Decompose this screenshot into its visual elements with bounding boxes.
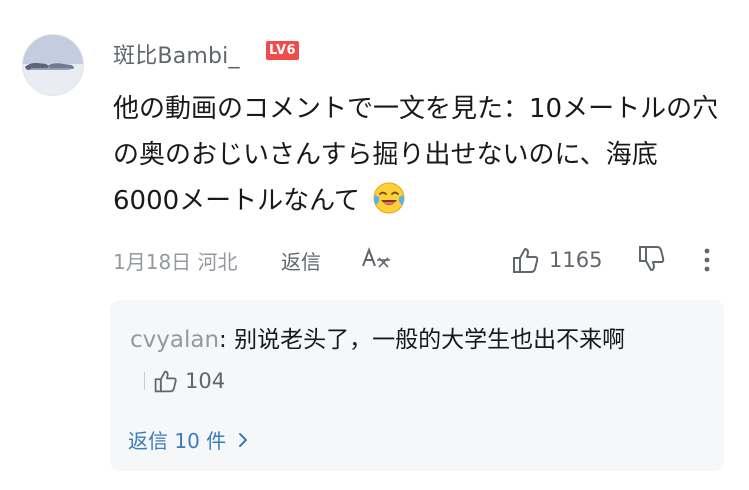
comment-body: 他の動画のコメントで一文を見た：10メートルの穴の奥のおじいさんすら掘り出せない…	[113, 86, 723, 224]
divider	[144, 371, 145, 390]
reply-preview-box: cvyalan: 别说老头了，一般的大学生也出不来啊 104 返信 10 件	[110, 300, 724, 471]
reply-thumbs-up-icon[interactable]	[153, 368, 179, 394]
reply-item: cvyalan: 别说老头了，一般的大学生也出不来啊 104	[130, 320, 700, 401]
translate-button[interactable]	[361, 246, 391, 275]
comment-date-location: 1月18日 河北	[113, 250, 238, 274]
view-replies-label: 返信 10 件	[128, 429, 227, 453]
comment-text: 他の動画のコメントで一文を見た：10メートルの穴の奥のおじいさんすら掘り出せない…	[113, 94, 719, 216]
view-replies-link[interactable]: 返信 10 件	[128, 425, 250, 454]
like-count: 1165	[549, 248, 603, 272]
more-vertical-icon	[704, 248, 710, 272]
dislike-button[interactable]	[637, 244, 667, 278]
reply-stats: 104	[136, 361, 225, 401]
reply-separator: :	[219, 327, 227, 353]
chevron-right-icon	[239, 432, 248, 447]
comment-meta-row: 1月18日 河北 返信 1165	[113, 244, 749, 276]
thumbs-down-icon	[639, 246, 665, 271]
more-options-button[interactable]	[701, 246, 713, 278]
user-avatar[interactable]	[22, 34, 84, 96]
crying-laughing-emoji-icon	[373, 182, 405, 214]
reply-button[interactable]: 返信	[281, 246, 321, 275]
thumbs-up-icon	[513, 248, 539, 273]
reply-author[interactable]: cvyalan	[130, 327, 219, 353]
level-badge: LV6	[266, 41, 300, 60]
avatar-image	[23, 35, 83, 95]
translate-icon	[362, 247, 390, 268]
comment-username[interactable]: 斑比Bambi_	[113, 38, 240, 70]
like-button[interactable]: 1165	[511, 244, 602, 276]
reply-like-count: 104	[185, 368, 226, 393]
reply-text: 别说老头了，一般的大学生也出不来啊	[226, 327, 626, 353]
